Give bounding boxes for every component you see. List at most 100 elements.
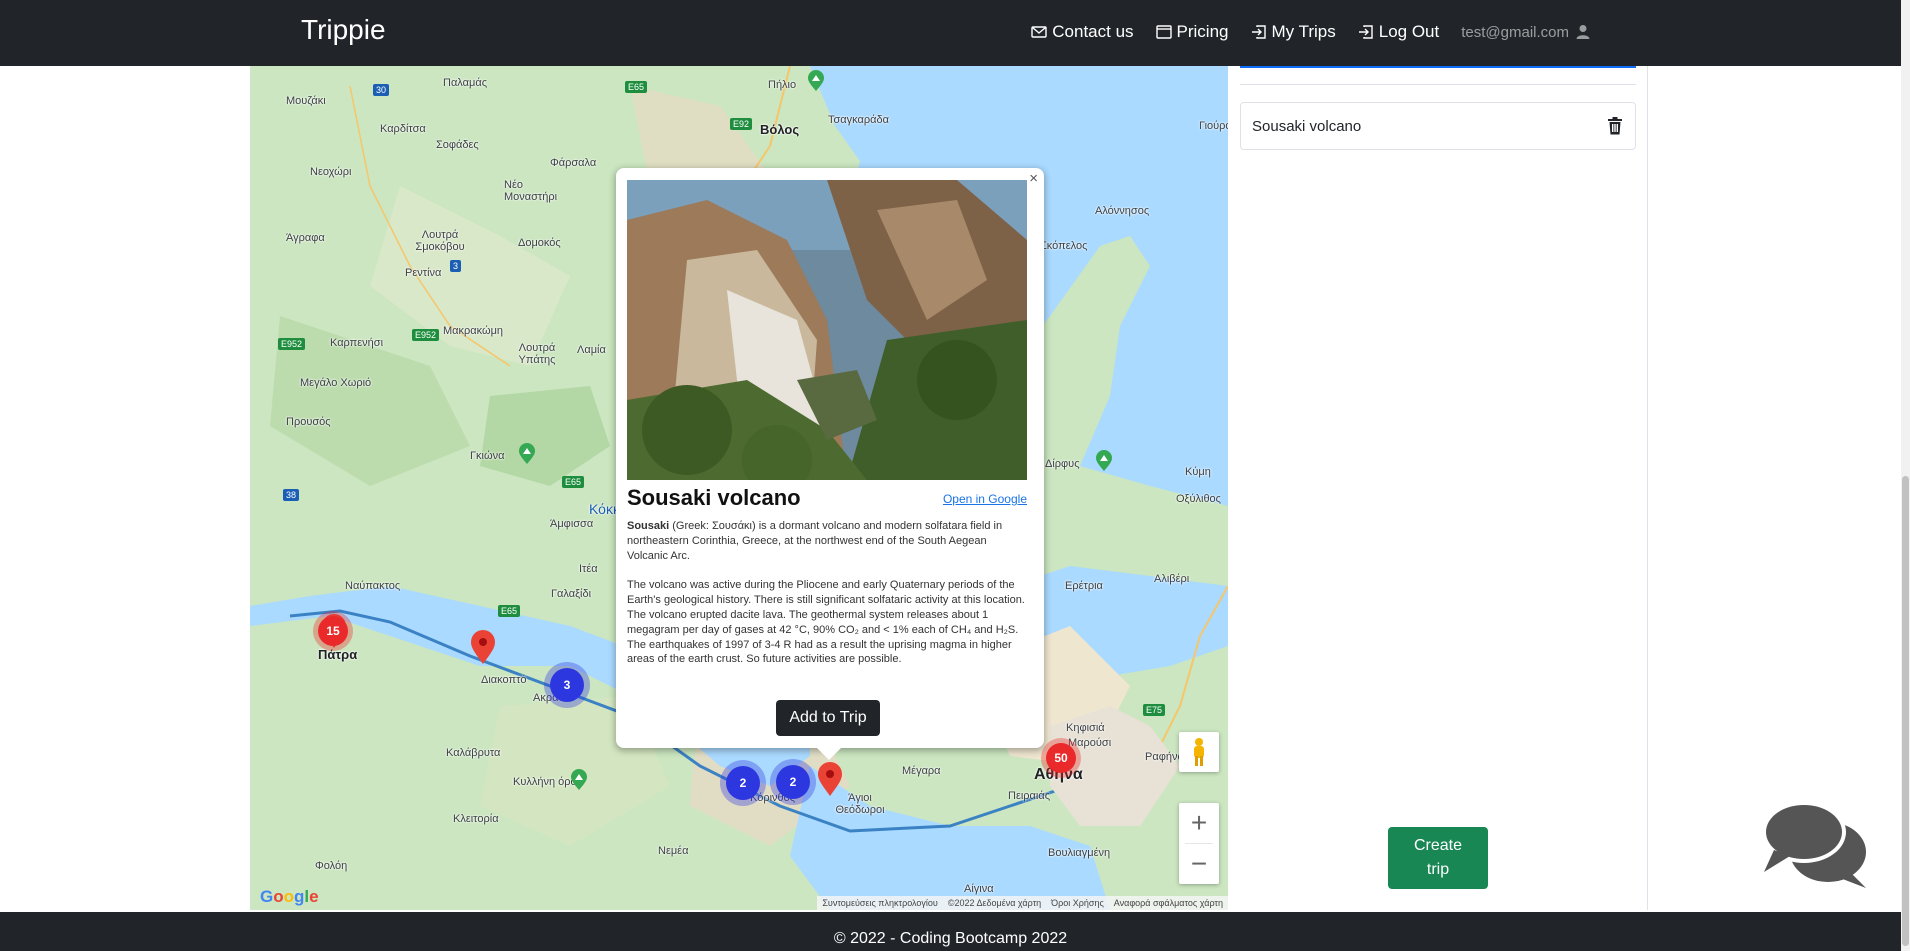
place-label: Καρδίτσα — [380, 123, 426, 135]
place-photo — [627, 180, 1027, 480]
nav-contact-link[interactable]: Contact us — [1031, 22, 1134, 42]
footer-copyright: © 2022 - Coding Bootcamp 2022 — [833, 930, 1068, 947]
nav-contact-label: Contact us — [1052, 22, 1134, 41]
place-label: Ερέτρια — [1065, 580, 1103, 592]
description-para-2: The volcano was active during the Plioce… — [627, 579, 1025, 666]
trip-item-label: Sousaki volcano — [1252, 117, 1362, 135]
nav-my-trips-link[interactable]: My Trips — [1251, 22, 1336, 42]
envelope-icon — [1031, 26, 1047, 38]
nav-user-account[interactable]: test@gmail.com — [1461, 24, 1591, 41]
nav-logout-link[interactable]: Log Out — [1358, 22, 1440, 42]
road-badge: E65 — [625, 81, 648, 93]
road-badge: 3 — [450, 260, 462, 272]
place-label: Καρπενήσι — [330, 337, 384, 349]
volcano-photo-image — [627, 180, 1027, 480]
zoom-out-button[interactable]: − — [1179, 844, 1219, 884]
park-marker-icon — [1096, 450, 1112, 471]
place-label: Δομοκός — [518, 237, 561, 249]
place-label: Βουλιαγμένη — [1048, 847, 1111, 859]
trip-panel: Sousaki volcano Create trip — [1228, 66, 1648, 910]
road-badge: E75 — [1143, 704, 1166, 716]
google-map[interactable]: Παλαμάς Μουζάκι Καρδίτσα Σοφάδες Νεοχώρι… — [250, 66, 1228, 910]
place-label: Νεμέα — [658, 845, 689, 857]
place-label: Άγραφα — [286, 232, 325, 244]
marker-cluster[interactable]: 15 — [318, 616, 348, 646]
place-label: Λουτρά Σμοκόβου — [415, 229, 465, 253]
place-label: Νεοχώρι — [310, 166, 352, 178]
nav-pricing-label: Pricing — [1176, 22, 1229, 41]
add-to-trip-button[interactable]: Add to Trip — [776, 700, 880, 736]
brand-logo[interactable]: Trippie — [301, 14, 386, 46]
create-trip-label-line2: trip — [1426, 861, 1450, 878]
street-view-pegman-button[interactable] — [1179, 732, 1219, 772]
create-trip-button[interactable]: Create trip — [1388, 827, 1488, 889]
nav-pricing-link[interactable]: Pricing — [1155, 22, 1229, 42]
keyboard-shortcuts-link[interactable]: Συντομεύσεις πληκτρολογίου — [822, 898, 937, 908]
place-label: Παλαμάς — [443, 77, 487, 89]
scrollbar-thumb[interactable] — [1902, 476, 1909, 946]
place-label: Ιτέα — [579, 563, 598, 575]
map-marker-icon[interactable] — [817, 761, 843, 797]
place-label: Ναύπακτος — [345, 580, 401, 592]
marker-cluster[interactable]: 3 — [550, 668, 584, 702]
zoom-in-button[interactable]: + — [1179, 803, 1219, 843]
place-info-window: × Sousaki volcano Open in Google Sousaki — [616, 168, 1044, 760]
window-icon — [1155, 25, 1172, 39]
place-label: Αίγινα — [964, 883, 994, 895]
place-label: Μέγαρα — [902, 765, 941, 777]
place-label: Λουτρά Υπάτης — [518, 342, 556, 366]
place-title: Sousaki volcano — [627, 485, 801, 510]
description-bold-term: Sousaki — [627, 520, 670, 532]
trip-list-item: Sousaki volcano — [1240, 102, 1636, 150]
zoom-controls: + − — [1179, 803, 1219, 884]
place-description: Sousaki (Greek: Σουσάκι) is a dormant vo… — [627, 519, 1029, 667]
place-label: Δίρφυς — [1045, 458, 1080, 470]
place-label: Κύμη — [1185, 466, 1211, 478]
place-label: Φολόη — [315, 860, 348, 872]
pegman-icon — [1194, 738, 1204, 766]
description-para-1: (Greek: Σουσάκι) is a dormant volcano an… — [627, 520, 1003, 562]
marker-cluster[interactable]: 2 — [776, 765, 810, 799]
place-label: Γιούρα — [1199, 120, 1228, 132]
road-badge: 38 — [283, 489, 300, 501]
nav-items: Contact us Pricing My Trips Log Out test… — [1031, 22, 1591, 42]
place-label: Σκόπελος — [1040, 240, 1088, 252]
place-label: Σοφάδες — [436, 139, 479, 151]
close-icon[interactable]: × — [1029, 170, 1038, 187]
panel-divider-accent — [1240, 66, 1636, 68]
chat-bubbles-icon[interactable] — [1762, 800, 1870, 890]
road-badge: E92 — [730, 118, 753, 130]
place-label: Πάτρα — [318, 647, 358, 662]
nav-my-trips-label: My Trips — [1271, 22, 1336, 41]
place-label: Οξύλιθος — [1176, 493, 1221, 505]
map-attribution-bar: Συντομεύσεις πληκτρολογίου ©2022 Δεδομέν… — [817, 896, 1228, 910]
road-badge: 30 — [373, 84, 390, 96]
map-marker-icon[interactable] — [470, 629, 496, 665]
place-label: Προυσός — [286, 416, 331, 428]
box-arrow-in-icon — [1358, 25, 1373, 39]
google-logo: Google — [260, 887, 319, 906]
open-in-google-link[interactable]: Open in Google — [943, 492, 1027, 506]
park-marker-icon — [808, 70, 824, 91]
place-label: Ραφήνα — [1145, 751, 1184, 763]
report-error-link[interactable]: Αναφορά σφάλματος χάρτη — [1114, 898, 1223, 908]
place-label: Ρεντίνα — [405, 267, 442, 279]
park-marker-icon — [571, 769, 587, 790]
nav-logout-label: Log Out — [1378, 22, 1440, 41]
place-label: Μαρούσι — [1068, 737, 1112, 749]
page-scrollbar[interactable] — [1901, 0, 1910, 951]
person-icon — [1576, 25, 1590, 39]
page-footer: © 2022 - Coding Bootcamp 2022 — [0, 912, 1901, 951]
place-label: Αλιβέρι — [1154, 573, 1190, 585]
marker-cluster[interactable]: 2 — [726, 766, 760, 800]
create-trip-label-line1: Create — [1413, 837, 1463, 854]
road-badge: E952 — [278, 338, 306, 350]
place-label: Πειραιάς — [1008, 790, 1051, 802]
place-label: Τσαγκαράδα — [828, 114, 889, 126]
place-label: Κηφισιά — [1066, 722, 1105, 734]
marker-cluster[interactable]: 50 — [1046, 743, 1076, 773]
trash-icon[interactable] — [1607, 117, 1623, 135]
terms-link[interactable]: Όροι Χρήσης — [1051, 898, 1104, 908]
place-label: Μεγάλο Χωριό — [300, 377, 372, 389]
map-data-credit: ©2022 Δεδομένα χάρτη — [947, 898, 1042, 908]
